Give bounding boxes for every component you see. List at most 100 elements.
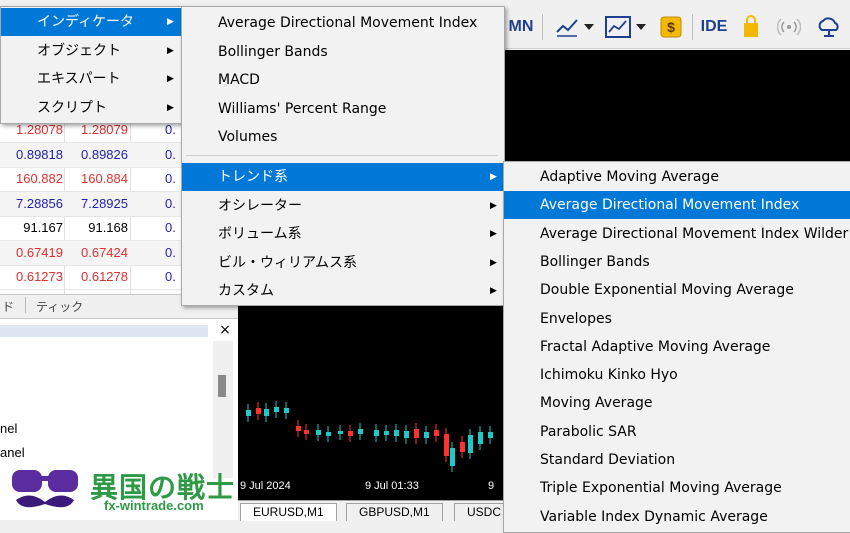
menu-item-category[interactable]: ビル・ウィリアムス系 ▶ xyxy=(182,249,504,277)
insert-menu: インディケータ ▶ オブジェクト ▶ エキスパート ▶ スクリプト ▶ xyxy=(0,6,182,124)
candle-body xyxy=(338,431,343,434)
candle-body xyxy=(468,435,473,453)
tab-symbols[interactable]: ド xyxy=(2,298,14,315)
scrollbar-thumb[interactable] xyxy=(218,375,226,397)
signal-icon[interactable] xyxy=(776,12,802,42)
timeframe-mn-button[interactable]: MN xyxy=(506,12,536,42)
menu-item-label: MACD xyxy=(218,72,260,88)
menu-item-trend-indicator[interactable]: Envelopes xyxy=(504,305,850,333)
chevron-right-icon: ▶ xyxy=(490,257,497,268)
ide-icon[interactable]: IDE xyxy=(700,12,728,42)
candle-body xyxy=(274,407,279,412)
dropdown-icon[interactable] xyxy=(634,12,648,42)
menu-item-category[interactable]: ボリューム系 ▶ xyxy=(182,220,504,248)
candle-body xyxy=(316,430,321,435)
menu-item-indicator[interactable]: Williams' Percent Range xyxy=(182,95,504,123)
menu-item-label: Williams' Percent Range xyxy=(218,100,387,117)
chart-template-icon[interactable] xyxy=(604,12,632,42)
menu-item-label: Ichimoku Kinko Hyo xyxy=(540,367,678,384)
chevron-right-icon: ▶ xyxy=(490,200,497,211)
menu-item-label: カスタム xyxy=(218,283,274,299)
menu-item-category[interactable]: オシレーター ▶ xyxy=(182,192,504,220)
candle-body xyxy=(478,432,483,444)
menu-item-trend-indicator[interactable]: Bollinger Bands xyxy=(504,248,850,276)
time-axis-label: 9 Jul 2024 xyxy=(240,480,291,492)
menu-item-label: インディケータ xyxy=(37,14,135,30)
menu-item-label: オブジェクト xyxy=(37,42,121,59)
cloud-icon[interactable] xyxy=(814,12,844,42)
ask-value: 160.884 xyxy=(81,171,128,186)
dropdown-icon[interactable] xyxy=(582,12,596,42)
ask-value: 0.89826 xyxy=(81,146,128,162)
candle-body xyxy=(256,408,261,414)
menu-item-trend-indicator[interactable]: Average Directional Movement Index xyxy=(504,191,850,220)
toolbar-separator xyxy=(692,14,693,40)
candle-body xyxy=(326,432,331,436)
tab-gbpusd[interactable]: GBPUSD,M1 xyxy=(346,503,443,521)
menu-item-trend-indicator[interactable]: Moving Average xyxy=(504,389,850,417)
candle-body xyxy=(384,431,389,435)
menu-item-indicator[interactable]: MACD xyxy=(182,66,504,94)
candle-body xyxy=(434,430,439,436)
menu-item-indicator[interactable]: Bollinger Bands xyxy=(182,38,504,66)
chevron-right-icon: ▶ xyxy=(167,17,174,27)
menu-item-trend-indicator[interactable]: Variable Index Dynamic Average xyxy=(504,503,850,531)
menu-item-trend-indicator[interactable]: Parabolic SAR xyxy=(504,418,850,446)
close-icon[interactable]: × xyxy=(217,322,233,338)
candle-body xyxy=(488,432,493,438)
ask-value: 7.28925 xyxy=(81,195,128,211)
chevron-right-icon: ▶ xyxy=(490,172,497,182)
menu-item-experts[interactable]: エキスパート ▶ xyxy=(1,65,181,93)
menu-item-label: スクリプト xyxy=(37,99,107,116)
svg-text:$: $ xyxy=(667,19,675,35)
bid-value: 0.61273 xyxy=(16,269,63,284)
menu-item-label: トレンド系 xyxy=(218,169,288,185)
menu-item-label: Triple Exponential Moving Average xyxy=(540,480,782,497)
tab-eurusd[interactable]: EURUSD,M1 xyxy=(240,503,337,521)
menu-item-trend-indicator[interactable]: Adaptive Moving Average xyxy=(504,163,850,191)
navigator-item[interactable]: anel xyxy=(0,445,25,460)
toolbar: MN $ IDE xyxy=(500,6,850,49)
menu-item-objects[interactable]: オブジェクト ▶ xyxy=(1,37,181,65)
menu-item-trend-indicator[interactable]: Standard Deviation xyxy=(504,446,850,474)
menu-item-category[interactable]: トレンド系 ▶ xyxy=(182,163,504,191)
chevron-right-icon: ▶ xyxy=(167,74,174,84)
ask-value: 0.67424 xyxy=(81,244,128,260)
candle-body xyxy=(296,426,301,431)
menu-item-category[interactable]: カスタム ▶ xyxy=(182,277,504,305)
menu-item-indicator[interactable]: Average Directional Movement Index xyxy=(182,9,504,37)
mustache-glasses-icon xyxy=(12,470,78,508)
menu-item-label: Double Exponential Moving Average xyxy=(540,282,794,299)
candle-body xyxy=(394,430,399,436)
menu-item-label: ビル・ウィリアムス系 xyxy=(218,254,358,271)
menu-item-trend-indicator[interactable]: Average Directional Movement Index Wilde… xyxy=(504,220,850,248)
menu-item-trend-indicator[interactable]: Triple Exponential Moving Average xyxy=(504,474,850,502)
line-chart-icon[interactable] xyxy=(554,12,580,42)
menu-item-indicator[interactable]: Volumes xyxy=(182,123,504,151)
menu-item-indicators[interactable]: インディケータ ▶ xyxy=(1,8,181,36)
menu-item-label: Variable Index Dynamic Average xyxy=(540,508,768,525)
candle-body xyxy=(246,410,251,416)
bid-value: 0.89818 xyxy=(16,146,63,162)
candle-body xyxy=(444,434,449,456)
chevron-right-icon: ▶ xyxy=(167,102,174,113)
navigator-panel: × nel anel xyxy=(0,318,238,479)
chevron-right-icon: ▶ xyxy=(167,45,174,56)
tab-ticks[interactable]: ティック xyxy=(36,298,83,315)
menu-separator xyxy=(186,155,498,156)
dollar-icon[interactable]: $ xyxy=(658,12,684,42)
market-bag-icon[interactable] xyxy=(738,12,764,42)
time-axis-label: 9 xyxy=(488,480,495,492)
navigator-scrollbar[interactable] xyxy=(213,341,233,479)
menu-item-trend-indicator[interactable]: Double Exponential Moving Average xyxy=(504,276,850,304)
candle-body xyxy=(304,430,309,434)
menu-item-trend-indicator[interactable]: Fractal Adaptive Moving Average xyxy=(504,333,850,361)
menu-item-trend-indicator[interactable]: Ichimoku Kinko Hyo xyxy=(504,361,850,389)
menu-item-label: ボリューム系 xyxy=(218,226,302,242)
candle-body xyxy=(348,431,353,436)
ask-value: 0.61278 xyxy=(81,269,128,284)
menu-item-label: Fractal Adaptive Moving Average xyxy=(540,338,771,355)
navigator-item[interactable]: nel xyxy=(0,421,17,436)
toolbar-separator xyxy=(542,14,543,40)
menu-item-scripts[interactable]: スクリプト ▶ xyxy=(1,94,181,122)
